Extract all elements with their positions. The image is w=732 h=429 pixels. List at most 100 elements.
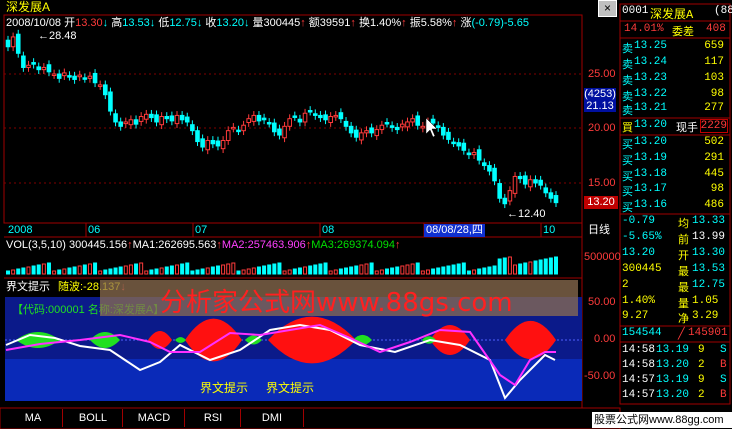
volume-bar <box>139 262 144 275</box>
indicator-axis-label: 50.00 <box>588 296 616 308</box>
sell-row[interactable]: 卖 13.25 659 <box>622 40 730 56</box>
volume-bar <box>210 266 215 275</box>
volume-bar <box>472 269 477 275</box>
candle-body <box>174 114 180 125</box>
candle-body <box>133 119 139 125</box>
volume-bar <box>461 262 466 275</box>
stat-row: -0.79 均 13.33 <box>622 215 726 231</box>
candle-body <box>36 66 42 71</box>
quote-header: 0001 深发展A (88 <box>622 5 732 22</box>
candle-body <box>420 125 426 129</box>
candle-body <box>374 129 380 137</box>
sell-row[interactable]: 卖 13.23 103 <box>622 72 730 88</box>
time-label: 2008 <box>8 224 33 236</box>
volume-bar <box>379 269 384 275</box>
volume-bar <box>518 263 523 275</box>
volume-bar <box>292 268 297 275</box>
close-button[interactable]: × <box>598 0 617 17</box>
candle-body <box>26 64 31 68</box>
candle-body <box>123 121 129 125</box>
volume-bar <box>190 270 195 275</box>
volume-bar <box>77 265 82 275</box>
volume-bar <box>103 269 108 275</box>
buy-row[interactable]: 买 13.19 291 <box>622 152 730 168</box>
volume-bar <box>226 263 231 275</box>
candle-body <box>138 116 144 122</box>
volume-bar <box>328 270 333 275</box>
candle-body <box>302 112 308 123</box>
candle-body <box>338 112 344 120</box>
candle-body <box>553 195 559 204</box>
candle-body <box>77 74 83 78</box>
volume-bar <box>405 264 410 275</box>
volume-bar <box>318 263 323 275</box>
candle-body <box>476 149 482 161</box>
candle-body <box>51 73 57 76</box>
tab-dmi[interactable]: DMI <box>240 409 304 427</box>
volume-bar <box>36 264 41 275</box>
tab-boll[interactable]: BOLL <box>62 409 123 427</box>
candle-body <box>87 75 93 79</box>
current-price-row: 買 13.20 现手 2229 <box>622 119 728 135</box>
candle-body <box>446 131 451 140</box>
inner-outer-row: 154544 ╱ 145901 <box>622 327 728 341</box>
period-label[interactable]: 日线 <box>588 224 610 237</box>
volume-bar <box>277 262 282 275</box>
volume-bar <box>313 264 318 275</box>
volume-bar <box>82 264 87 275</box>
time-label: 06 <box>88 224 101 236</box>
volume-bar <box>349 266 354 275</box>
volume-bar <box>72 266 77 275</box>
volume-bar <box>420 270 425 275</box>
indicator-annotation: 界文提示 <box>200 381 249 395</box>
candlestick-series <box>5 29 559 209</box>
candle-body <box>287 118 292 127</box>
volume-bar <box>180 263 185 275</box>
volume-bar <box>308 265 313 275</box>
volume-bar <box>354 265 359 275</box>
volume-bar <box>466 270 471 275</box>
volume-bar <box>185 262 190 275</box>
candle-body <box>164 116 170 120</box>
volume-bar <box>57 269 62 275</box>
price-axis-label: 25.00 <box>588 68 616 80</box>
stat-row: 300445 最 13.53 <box>622 263 726 279</box>
volume-bar <box>200 268 205 275</box>
price-axis-label: 15.00 <box>588 177 616 189</box>
volume-bar <box>26 266 31 275</box>
tab-rsi[interactable]: RSI <box>184 409 241 427</box>
candle-body <box>359 132 364 141</box>
candle-body <box>512 175 518 194</box>
stat-row: 13.20 开 13.30 <box>622 247 726 263</box>
candle-body <box>143 113 149 120</box>
buy-row[interactable]: 买 13.18 445 <box>622 168 730 184</box>
tab-macd[interactable]: MACD <box>122 409 185 427</box>
candle-body <box>517 175 523 180</box>
candle-body <box>430 118 436 124</box>
volume-bar <box>400 265 405 275</box>
high-mark-label: ←28.48 <box>38 30 77 42</box>
candle-body <box>379 124 385 131</box>
candle-body <box>348 125 354 134</box>
volume-bar <box>323 262 328 275</box>
buy-row[interactable]: 买 13.16 486 <box>622 199 730 215</box>
volume-bar <box>410 263 415 275</box>
volume-bar <box>175 264 180 275</box>
tick-row: 14:58 13.19 9 S <box>622 344 727 356</box>
sell-row[interactable]: 卖 13.21 277 <box>622 102 730 118</box>
volume-bar <box>246 268 251 275</box>
time-label: 10 <box>543 224 556 236</box>
indicator-title[interactable]: 界文提示 <box>6 281 50 294</box>
candle-body <box>492 167 497 182</box>
candle-body <box>522 175 528 185</box>
buy-row[interactable]: 买 13.20 502 <box>622 136 730 152</box>
sell-row[interactable]: 卖 13.24 117 <box>622 56 730 72</box>
candle-body <box>225 130 231 141</box>
volume-bar <box>231 262 236 275</box>
tab-ma[interactable]: MA <box>4 409 62 427</box>
time-label: 08 <box>322 224 335 236</box>
candle-body <box>220 139 226 150</box>
volume-bar <box>492 265 497 275</box>
buy-row[interactable]: 买 13.17 98 <box>622 183 730 199</box>
watermark-text: 分析家公式网www.88gs.com <box>160 288 513 318</box>
